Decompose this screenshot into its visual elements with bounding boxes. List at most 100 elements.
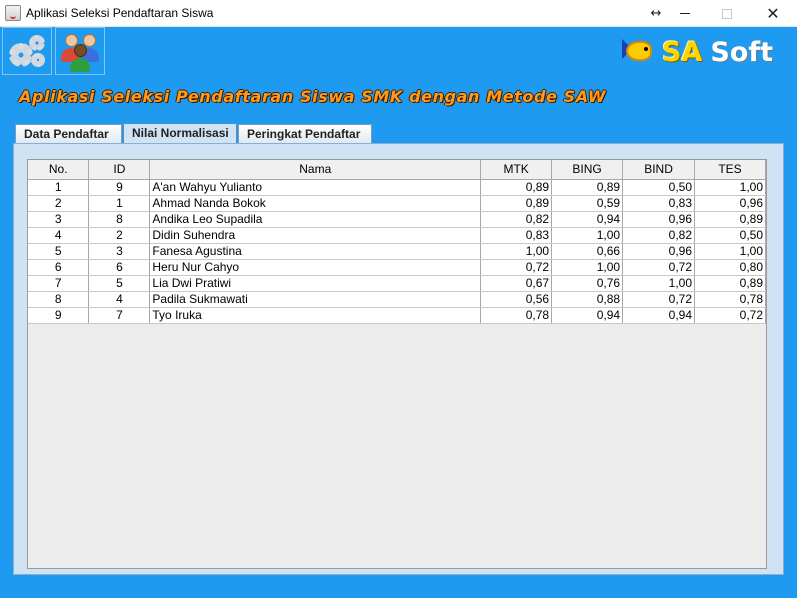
cell-tes[interactable]: 0,78 <box>694 291 766 308</box>
settings-button[interactable] <box>2 27 52 75</box>
cell-mtk[interactable]: 0,67 <box>480 275 553 292</box>
cell-no[interactable]: 9 <box>28 307 90 324</box>
cell-no[interactable]: 5 <box>28 243 90 260</box>
cell-tes[interactable]: 0,89 <box>694 275 766 292</box>
cell-bind[interactable]: 0,72 <box>622 259 696 276</box>
fish-logo-icon <box>622 35 660 69</box>
window-title: Aplikasi Seleksi Pendaftaran Siswa <box>26 6 214 20</box>
table-row[interactable]: 7 5 Lia Dwi Pratiwi 0,67 0,76 1,00 0,89 <box>28 275 766 292</box>
column-header-nama[interactable]: Nama <box>149 160 482 180</box>
column-header-id[interactable]: ID <box>88 160 151 180</box>
cell-mtk[interactable]: 0,72 <box>480 259 553 276</box>
cell-id[interactable]: 9 <box>88 179 151 196</box>
cell-mtk[interactable]: 0,82 <box>480 211 553 228</box>
maximize-button[interactable] <box>704 0 750 27</box>
close-button[interactable]: ✕ <box>750 0 796 27</box>
column-header-tes[interactable]: TES <box>694 160 766 180</box>
cell-no[interactable]: 3 <box>28 211 90 228</box>
column-header-mtk[interactable]: MTK <box>480 160 553 180</box>
cell-id[interactable]: 1 <box>88 195 151 212</box>
cell-nama[interactable]: A'an Wahyu Yulianto <box>149 179 482 196</box>
cell-bind[interactable]: 0,96 <box>622 211 696 228</box>
table-row[interactable]: 5 3 Fanesa Agustina 1,00 0,66 0,96 1,00 <box>28 243 766 260</box>
cell-tes[interactable]: 0,96 <box>694 195 766 212</box>
cell-id[interactable]: 6 <box>88 259 151 276</box>
table-row[interactable]: 3 8 Andika Leo Supadila 0,82 0,94 0,96 0,89 <box>28 211 766 228</box>
window-titlebar: Aplikasi Seleksi Pendaftaran Siswa ↔ ✕ <box>0 0 797 27</box>
cell-id[interactable]: 3 <box>88 243 151 260</box>
cell-bing[interactable]: 0,66 <box>551 243 624 260</box>
cell-id[interactable]: 5 <box>88 275 151 292</box>
cell-bind[interactable]: 0,50 <box>622 179 696 196</box>
maximize-icon <box>722 8 732 19</box>
table-row[interactable]: 2 1 Ahmad Nanda Bokok 0,89 0,59 0,83 0,96 <box>28 195 766 212</box>
main-content: SA Soft Aplikasi Seleksi Pendaftaran Sis… <box>0 27 797 598</box>
table-row[interactable]: 6 6 Heru Nur Cahyo 0,72 1,00 0,72 0,80 <box>28 259 766 276</box>
cell-nama[interactable]: Didin Suhendra <box>149 227 482 244</box>
normalization-table: No. ID Nama MTK BING BIND TES 1 9 A'an Wah… <box>28 160 766 324</box>
cell-no[interactable]: 4 <box>28 227 90 244</box>
tab-panel: No. ID Nama MTK BING BIND TES 1 9 A'an Wah… <box>13 143 784 575</box>
cell-mtk[interactable]: 0,89 <box>480 179 553 196</box>
cell-mtk[interactable]: 0,83 <box>480 227 553 244</box>
cell-bing[interactable]: 0,88 <box>551 291 624 308</box>
cell-mtk[interactable]: 0,89 <box>480 195 553 212</box>
cell-bing[interactable]: 0,76 <box>551 275 624 292</box>
cell-tes[interactable]: 0,80 <box>694 259 766 276</box>
cell-tes[interactable]: 0,50 <box>694 227 766 244</box>
cell-mtk[interactable]: 1,00 <box>480 243 553 260</box>
cell-nama[interactable]: Fanesa Agustina <box>149 243 482 260</box>
cell-no[interactable]: 1 <box>28 179 90 196</box>
cell-no[interactable]: 8 <box>28 291 90 308</box>
cell-id[interactable]: 7 <box>88 307 151 324</box>
cell-bind[interactable]: 0,72 <box>622 291 696 308</box>
logo-text-soft: Soft <box>710 36 773 68</box>
cell-nama[interactable]: Ahmad Nanda Bokok <box>149 195 482 212</box>
users-button[interactable] <box>55 27 105 75</box>
cell-tes[interactable]: 1,00 <box>694 179 766 196</box>
cell-tes[interactable]: 1,00 <box>694 243 766 260</box>
cell-no[interactable]: 2 <box>28 195 90 212</box>
cell-mtk[interactable]: 0,78 <box>480 307 553 324</box>
cell-id[interactable]: 4 <box>88 291 151 308</box>
cell-bing[interactable]: 1,00 <box>551 259 624 276</box>
sa-soft-logo: SA Soft <box>622 31 786 73</box>
app-heading: Aplikasi Seleksi Pendaftaran Siswa SMK d… <box>19 87 607 106</box>
cell-bing[interactable]: 0,94 <box>551 307 624 324</box>
cell-bind[interactable]: 0,96 <box>622 243 696 260</box>
table-row[interactable]: 8 4 Padila Sukmawati 0,56 0,88 0,72 0,78 <box>28 291 766 308</box>
cell-bing[interactable]: 0,59 <box>551 195 624 212</box>
cell-no[interactable]: 6 <box>28 259 90 276</box>
cell-nama[interactable]: Andika Leo Supadila <box>149 211 482 228</box>
cell-id[interactable]: 2 <box>88 227 151 244</box>
cell-nama[interactable]: Lia Dwi Pratiwi <box>149 275 482 292</box>
cell-bind[interactable]: 1,00 <box>622 275 696 292</box>
column-header-no[interactable]: No. <box>28 160 90 180</box>
cell-bing[interactable]: 0,89 <box>551 179 624 196</box>
table-row[interactable]: 1 9 A'an Wahyu Yulianto 0,89 0,89 0,50 1,00 <box>28 179 766 196</box>
cell-tes[interactable]: 0,72 <box>694 307 766 324</box>
cell-nama[interactable]: Heru Nur Cahyo <box>149 259 482 276</box>
tab-peringkat-pendaftar[interactable]: Peringkat Pendaftar <box>238 124 372 143</box>
cell-tes[interactable]: 0,89 <box>694 211 766 228</box>
cell-bind[interactable]: 0,82 <box>622 227 696 244</box>
table-row[interactable]: 9 7 Tyo Iruka 0,78 0,94 0,94 0,72 <box>28 307 766 324</box>
cell-bing[interactable]: 1,00 <box>551 227 624 244</box>
column-header-bing[interactable]: BING <box>551 160 624 180</box>
cell-mtk[interactable]: 0,56 <box>480 291 553 308</box>
users-icon <box>59 32 101 72</box>
gear-icon <box>7 33 47 69</box>
tab-nilai-normalisasi[interactable]: Nilai Normalisasi <box>123 123 237 143</box>
table-row[interactable]: 4 2 Didin Suhendra 0,83 1,00 0,82 0,50 <box>28 227 766 244</box>
cell-bind[interactable]: 0,94 <box>622 307 696 324</box>
column-header-bind[interactable]: BIND <box>622 160 696 180</box>
cell-nama[interactable]: Padila Sukmawati <box>149 291 482 308</box>
cell-nama[interactable]: Tyo Iruka <box>149 307 482 324</box>
cell-bind[interactable]: 0,83 <box>622 195 696 212</box>
cell-bing[interactable]: 0,94 <box>551 211 624 228</box>
java-app-icon <box>5 5 21 21</box>
cell-no[interactable]: 7 <box>28 275 90 292</box>
tab-data-pendaftar[interactable]: Data Pendaftar <box>15 124 122 143</box>
cell-id[interactable]: 8 <box>88 211 151 228</box>
minimize-button[interactable] <box>662 0 708 27</box>
